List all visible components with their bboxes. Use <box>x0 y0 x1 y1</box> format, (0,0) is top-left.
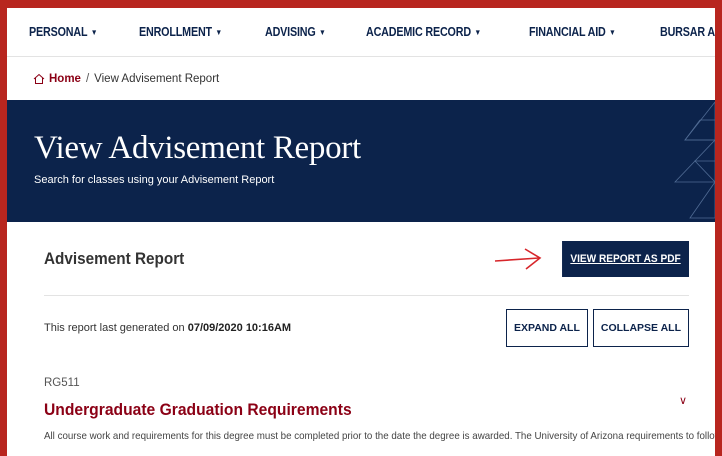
report-header: Advisement Report VIEW REPORT AS PDF <box>44 222 689 296</box>
caret-down-icon: ▼ <box>609 27 617 37</box>
breadcrumb-separator: / <box>85 72 90 85</box>
report-generated-text: This report last generated on 07/09/2020… <box>44 322 291 334</box>
chevron-down-icon[interactable]: ∨ <box>679 394 687 407</box>
nav-advising[interactable]: ADVISING ▼ <box>265 25 326 39</box>
triangle-pattern-icon <box>674 101 715 219</box>
requirement-description: All course work and requirements for thi… <box>44 430 715 442</box>
requirement-header[interactable]: Undergraduate Graduation Requirements ∨ <box>44 395 689 420</box>
requirement-title[interactable]: Undergraduate Graduation Requirements <box>44 400 352 420</box>
arrow-right-icon <box>494 247 542 270</box>
nav-label: BURSAR ACCOUNT <box>660 25 715 39</box>
report-heading: Advisement Report <box>44 248 185 268</box>
page-banner: View Advisement Report Search for classe… <box>7 100 715 222</box>
nav-academic-record[interactable]: ACADEMIC RECORD ▼ <box>366 25 481 39</box>
caret-down-icon: ▼ <box>319 27 326 37</box>
caret-down-icon: ▼ <box>474 27 481 37</box>
generated-date: 07/09/2020 10:16AM <box>187 322 292 334</box>
view-report-pdf-button[interactable]: VIEW REPORT AS PDF <box>562 240 689 277</box>
nav-label: ACADEMIC RECORD <box>365 25 471 39</box>
expand-all-button[interactable]: EXPAND ALL <box>505 309 588 347</box>
breadcrumb-home-link[interactable]: Home <box>49 73 81 85</box>
nav-enrollment[interactable]: ENROLLMENT ▼ <box>139 25 222 39</box>
generated-row: This report last generated on 07/09/2020… <box>44 296 689 360</box>
nav-label: PERSONAL <box>29 25 88 39</box>
requirement-code: RG511 <box>44 377 80 389</box>
generated-prefix: This report last generated on <box>44 322 188 334</box>
nav-financial-aid[interactable]: FINANCIAL AID ▼ <box>529 25 616 39</box>
nav-label: FINANCIAL AID <box>529 25 606 39</box>
home-icon[interactable] <box>33 73 45 85</box>
caret-down-icon: ▼ <box>90 27 98 37</box>
collapse-all-button[interactable]: COLLAPSE ALL <box>592 309 689 347</box>
nav-bursar-account[interactable]: BURSAR ACCOUNT▼ <box>660 25 715 39</box>
breadcrumb-current: View Advisement Report <box>94 72 220 85</box>
expand-collapse-group: EXPAND ALL COLLAPSE ALL <box>505 309 689 347</box>
nav-personal[interactable]: PERSONAL ▼ <box>29 25 98 39</box>
nav-label: ADVISING <box>265 25 316 39</box>
page-subtitle: Search for classes using your Advisement… <box>34 174 275 186</box>
nav-label: ENROLLMENT <box>138 25 212 39</box>
page-frame: PERSONAL ▼ ENROLLMENT ▼ ADVISING ▼ ACADEMIC… <box>7 8 715 456</box>
breadcrumb: Home / View Advisement Report <box>7 57 715 100</box>
main-content: Advisement Report VIEW REPORT AS PDF Thi… <box>7 222 715 442</box>
pdf-area: VIEW REPORT AS PDF <box>493 240 689 277</box>
top-navigation: PERSONAL ▼ ENROLLMENT ▼ ADVISING ▼ ACADEMIC… <box>7 8 715 57</box>
page-title: View Advisement Report <box>34 130 361 166</box>
caret-down-icon: ▼ <box>214 27 222 37</box>
